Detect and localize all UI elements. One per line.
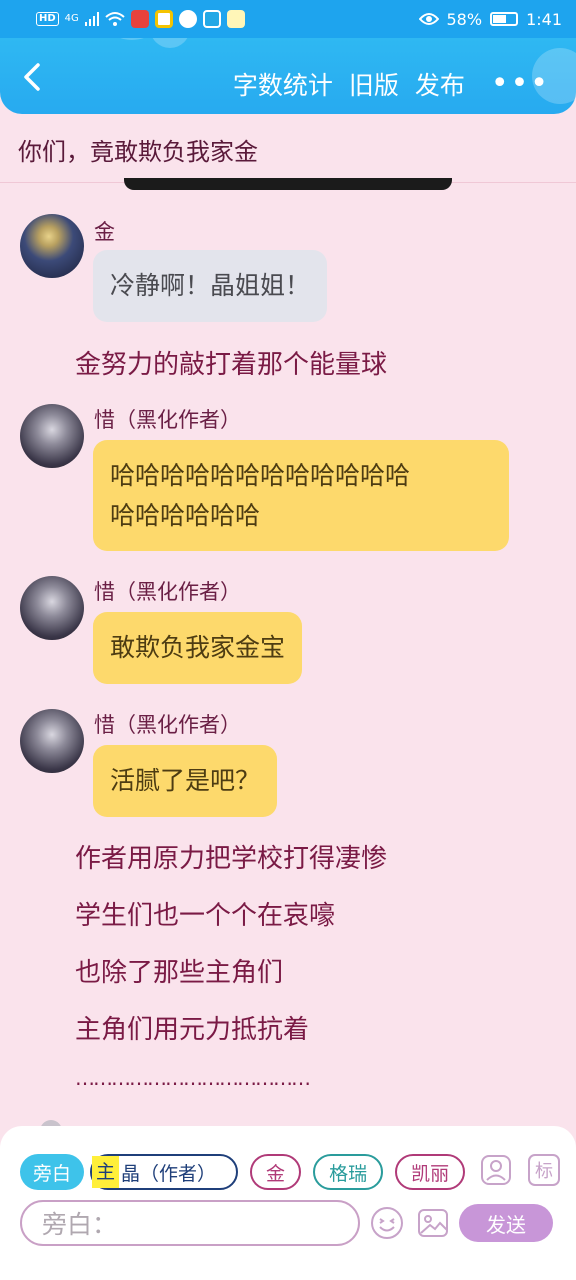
message-bubble[interactable]: 活腻了是吧？: [93, 745, 278, 817]
composer-panel: 旁白 主 晶（作者） 金 格瑞 凯丽 标 旁白： 发送: [0, 1126, 576, 1280]
message-bubble[interactable]: 敢欺负我家金宝: [93, 612, 303, 684]
message-bubble[interactable]: 冷静啊！晶姐姐！: [93, 250, 328, 322]
avatar[interactable]: [20, 576, 84, 640]
clock: 1:41: [526, 9, 562, 29]
tag-icon[interactable]: 标: [528, 1154, 560, 1186]
status-bar: HD 4G 58% 1:41: [0, 0, 576, 38]
image-preview[interactable]: [124, 178, 452, 190]
emoji-icon[interactable]: [370, 1206, 404, 1240]
avatar[interactable]: [20, 214, 84, 278]
avatar[interactable]: [20, 709, 84, 773]
role-chip-kaili[interactable]: 凯丽: [395, 1154, 466, 1190]
sender-name: 金: [94, 220, 115, 244]
main-role-tag: 主: [92, 1156, 120, 1188]
role-chip-jin[interactable]: 金: [250, 1154, 302, 1190]
message-text: 哈哈哈哈哈哈哈哈哈哈哈哈: [110, 461, 411, 490]
image-icon[interactable]: [416, 1206, 450, 1240]
avatar[interactable]: [20, 404, 84, 468]
network-type: 4G: [64, 13, 79, 24]
more-icon[interactable]: •••: [491, 69, 550, 99]
story-title: 你们，竟敢欺负我家金: [18, 138, 258, 166]
sender-name: 惜（黑化作者）: [94, 580, 241, 604]
message-bubble[interactable]: 哈哈哈哈哈哈哈哈哈哈哈哈 哈哈哈哈哈哈: [93, 440, 509, 551]
eye-icon: [418, 13, 439, 25]
sender-name: 惜（黑化作者）: [94, 408, 241, 432]
message-text: 哈哈哈哈哈哈: [110, 501, 261, 530]
narration-text: 主角们用元力抵抗着: [75, 1015, 310, 1045]
publish-button[interactable]: 发布: [415, 66, 465, 102]
app-header: 字数统计 旧版 发布 •••: [0, 38, 576, 114]
battery-icon: [490, 12, 519, 26]
role-chip-narrator[interactable]: 旁白: [20, 1154, 85, 1190]
hd-indicator: HD: [36, 12, 59, 26]
sender-name: 惜（黑化作者）: [94, 713, 241, 737]
app-notify-icon-3: [178, 10, 197, 28]
word-count-button[interactable]: 字数统计: [233, 66, 333, 102]
back-icon[interactable]: [18, 62, 48, 92]
role-chip-label: 晶（作者）: [121, 1162, 217, 1185]
wifi-icon: [105, 12, 125, 26]
narration-text: 金努力的敲打着那个能量球: [75, 350, 388, 380]
battery-percent: 58%: [446, 9, 483, 29]
app-notify-icon-2: [154, 10, 173, 28]
status-left: HD 4G: [36, 10, 245, 28]
input-placeholder: 旁白：: [42, 1210, 118, 1239]
old-version-button[interactable]: 旧版: [349, 66, 399, 102]
narration-text: 也除了那些主角们: [75, 958, 284, 988]
message-text: 敢欺负我家金宝: [110, 633, 286, 662]
role-chips: 旁白 主 晶（作者） 金 格瑞 凯丽: [20, 1154, 466, 1190]
role-chip-gerui[interactable]: 格瑞: [313, 1154, 384, 1190]
message-input[interactable]: 旁白：: [20, 1200, 360, 1246]
app-notify-icon-1: [130, 10, 149, 28]
message-text: 冷静啊！晶姐姐！: [110, 271, 311, 300]
status-right: 58% 1:41: [418, 9, 562, 29]
send-button[interactable]: 发送: [459, 1204, 553, 1242]
app-notify-icon-5: [226, 10, 245, 28]
message-text: 活腻了是吧？: [110, 766, 261, 795]
person-icon[interactable]: [480, 1154, 512, 1186]
app-notify-icon-4: [202, 10, 221, 28]
narration-text: 学生们也一个个在哀嚎: [75, 901, 336, 931]
tag-icon-text: 标: [535, 1161, 553, 1182]
narration-text: …………………………………: [75, 1066, 311, 1090]
signal-icon: [84, 12, 99, 26]
narration-text: 作者用原力把学校打得凄惨: [75, 844, 388, 874]
role-chip-main[interactable]: 主 晶（作者）: [90, 1154, 239, 1190]
